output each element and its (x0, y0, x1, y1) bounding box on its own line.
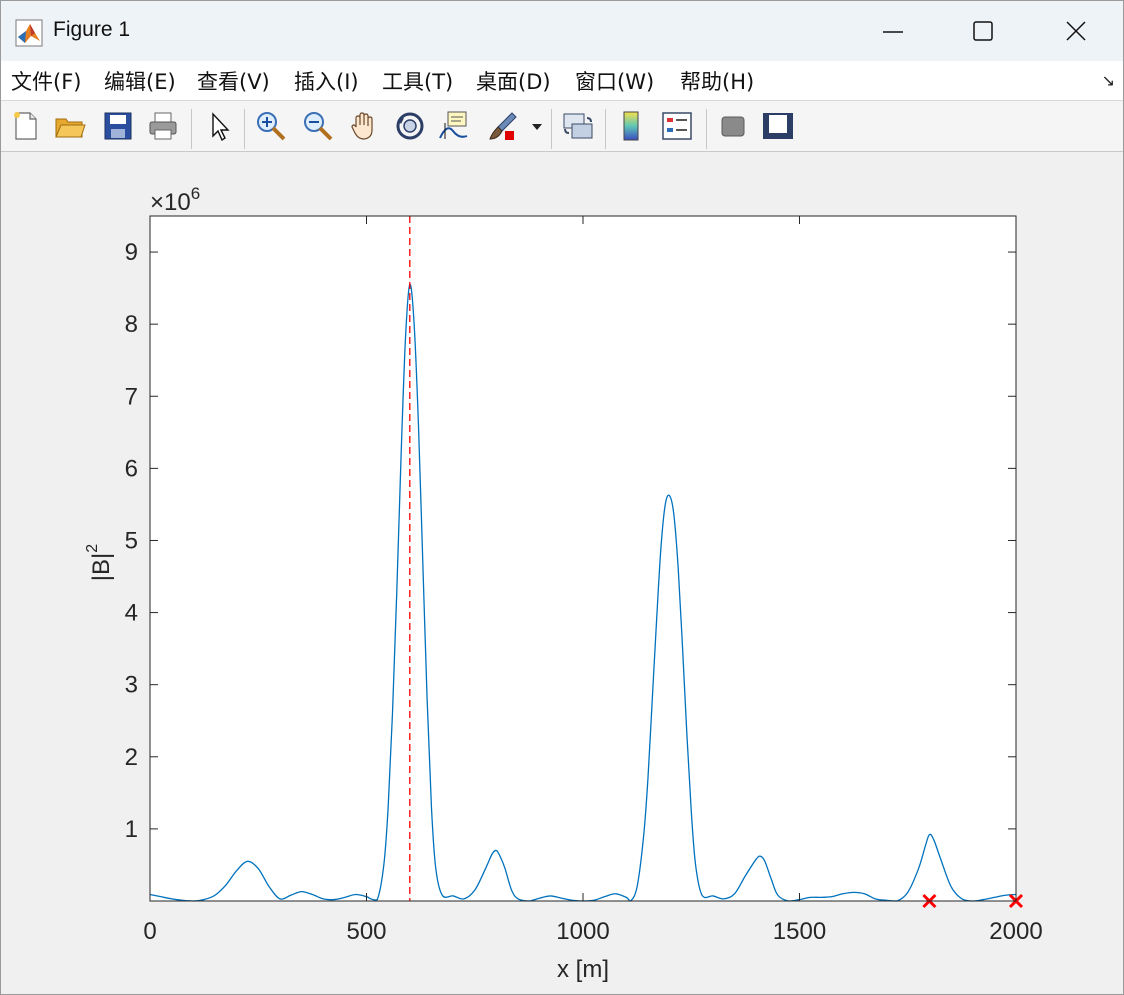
toolbar-separator (191, 109, 192, 149)
brush-icon[interactable] (486, 109, 520, 143)
menu-insert[interactable]: 插入(I) (294, 66, 359, 96)
open-file-icon[interactable] (53, 109, 87, 143)
new-figure-icon[interactable] (9, 109, 43, 143)
zoom-in-icon[interactable] (254, 109, 288, 143)
show-plot-tools-icon[interactable] (761, 109, 795, 143)
zoom-out-icon[interactable] (301, 109, 335, 143)
menu-file[interactable]: 文件(F) (11, 66, 81, 96)
x-tick-label: 0 (143, 918, 156, 945)
y-tick-label: 7 (125, 383, 138, 410)
menu-edit[interactable]: 编辑(E) (104, 66, 176, 96)
matlab-logo-icon (15, 19, 43, 47)
edit-plot-arrow-icon[interactable] (203, 109, 237, 143)
link-plot-icon[interactable] (561, 109, 595, 143)
menu-view[interactable]: 查看(V) (197, 66, 270, 96)
figure-canvas[interactable]: 0 500 1000 1500 2000123456789 x [m] |B|2 ×10… (1, 152, 1123, 994)
menu-expand-icon[interactable]: ↘ (1102, 71, 1115, 90)
minimize-icon (883, 31, 903, 33)
window-title: Figure 1 (53, 18, 131, 41)
x-tick-label: 2000 (989, 918, 1042, 945)
x-tick-label: 1500 (773, 918, 826, 945)
menu-help[interactable]: 帮助(H) (680, 66, 754, 96)
hide-plot-tools-icon[interactable] (716, 109, 750, 143)
axes-background[interactable] (150, 216, 1016, 901)
title-bar[interactable]: Figure 1 (1, 1, 1123, 61)
y-tick-label: 6 (125, 455, 138, 482)
print-icon[interactable] (146, 109, 180, 143)
y-tick-label: 3 (125, 672, 138, 699)
y-tick-label: 2 (125, 744, 138, 771)
y-axis-label: |B|2 (84, 544, 115, 581)
x-tick-label: 500 (346, 918, 386, 945)
exponent-base: ×10 (150, 189, 191, 216)
x-tick-label: 1000 (556, 918, 609, 945)
toolbar-separator (551, 109, 552, 149)
maximize-icon (973, 21, 993, 41)
y-tick-label: 4 (125, 600, 138, 627)
y-axis-label-base: |B| (88, 553, 115, 581)
y-tick-label: 9 (125, 239, 138, 266)
menu-desktop[interactable]: 桌面(D) (476, 66, 551, 96)
menu-window[interactable]: 窗口(W) (575, 66, 654, 96)
maximize-button[interactable] (955, 11, 1011, 51)
toolbar-separator (244, 109, 245, 149)
toolbar-separator (706, 109, 707, 149)
save-icon[interactable] (101, 109, 135, 143)
rotate-3d-icon[interactable] (393, 109, 427, 143)
data-tips-icon[interactable] (437, 109, 471, 143)
y-axis-label-superscript: 2 (84, 544, 101, 553)
y-tick-label: 1 (125, 816, 138, 843)
brush-dropdown-icon[interactable] (529, 109, 545, 143)
figure-toolbar (1, 101, 1123, 152)
figure-window: Figure 1 文件(F) 编辑(E) 查看(V) 插入(I) 工具(T) 桌… (0, 0, 1124, 995)
pan-hand-icon[interactable] (347, 109, 381, 143)
legend-icon[interactable] (660, 109, 694, 143)
x-axis-label: x [m] (557, 956, 609, 983)
menu-bar: 文件(F) 编辑(E) 查看(V) 插入(I) 工具(T) 桌面(D) 窗口(W… (1, 61, 1123, 101)
y-axis-exponent-label: ×106 (150, 184, 200, 216)
colorbar-icon[interactable] (615, 109, 649, 143)
menu-tools[interactable]: 工具(T) (382, 66, 453, 96)
close-button[interactable] (1048, 11, 1104, 51)
exponent-power: 6 (191, 184, 200, 203)
y-tick-label: 5 (125, 527, 138, 554)
toolbar-separator (605, 109, 606, 149)
y-tick-label: 8 (125, 311, 138, 338)
close-icon (1066, 21, 1086, 41)
minimize-button[interactable] (865, 11, 921, 51)
